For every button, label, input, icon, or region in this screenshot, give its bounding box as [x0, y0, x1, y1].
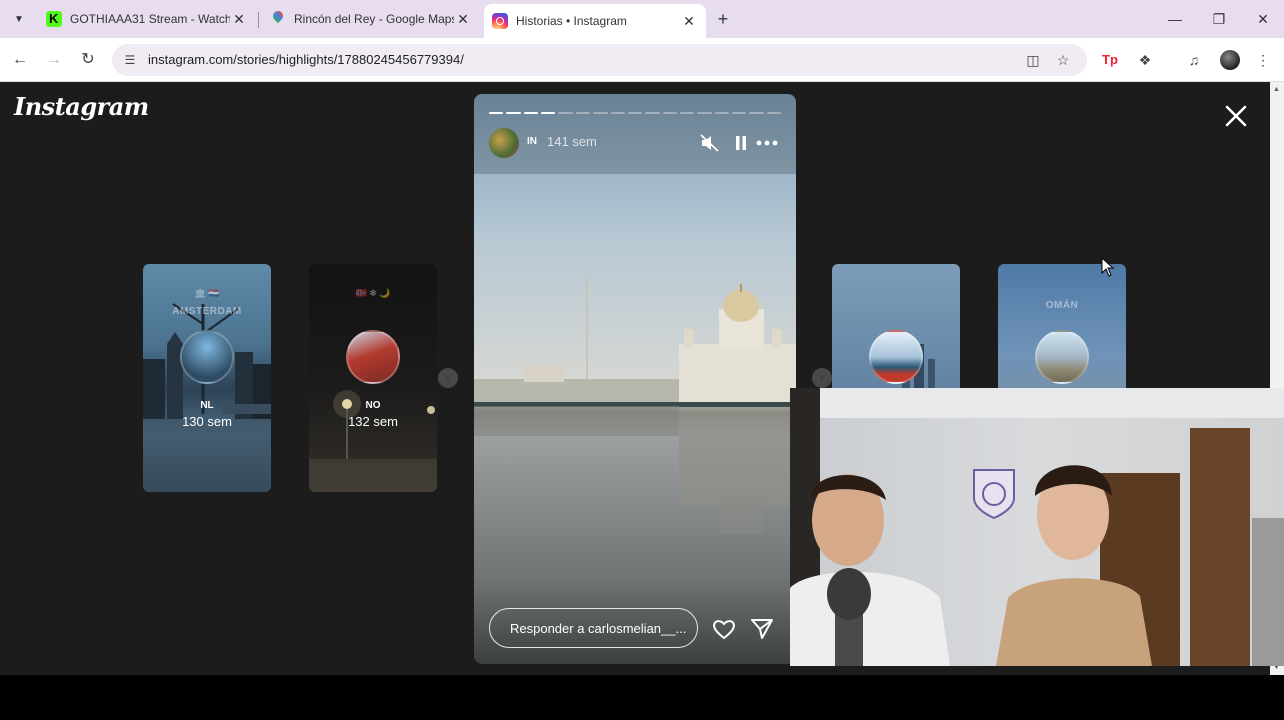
bottom-letterbox — [0, 675, 1284, 720]
close-icon[interactable]: ✕ — [680, 13, 698, 30]
back-icon[interactable]: ← — [8, 48, 32, 72]
forward-icon[interactable]: → — [42, 48, 66, 72]
reply-input[interactable] — [489, 608, 698, 648]
heart-like-icon[interactable] — [711, 616, 737, 642]
thumbnail-caption: OMÁN — [1045, 300, 1079, 311]
progress-segment — [732, 112, 747, 114]
previous-story-chevron-left-icon[interactable]: ‹ — [438, 368, 458, 388]
close-stories-icon[interactable] — [1222, 102, 1250, 130]
close-window-icon[interactable]: ✕ — [1248, 8, 1278, 30]
instagram-icon — [492, 13, 508, 29]
progress-segment — [610, 112, 625, 114]
story-author-avatar[interactable] — [489, 128, 519, 158]
extensions-puzzle-icon[interactable]: ❖ — [1133, 48, 1157, 72]
muted-speaker-icon[interactable] — [699, 132, 721, 154]
bookmark-star-icon[interactable]: ☆ — [1054, 51, 1072, 69]
extension-tp-icon[interactable]: Tp — [1098, 48, 1122, 72]
progress-segment — [662, 112, 677, 114]
progress-segment — [489, 112, 504, 114]
progress-segment — [697, 112, 712, 114]
thumbnail-emoji: 🏛 🇳🇱 — [194, 288, 220, 298]
story-thumbnail-nl[interactable]: 🏛 🇳🇱 AMSTERDAM NL 130 sem — [143, 264, 271, 492]
thumbnail-avatar — [869, 330, 923, 384]
tab-title: Historias • Instagram — [516, 14, 627, 28]
progress-segment — [766, 112, 782, 114]
story-author-name[interactable]: IN — [527, 136, 537, 147]
browser-toolbar: ← → ↻ ☰ instagram.com/stories/highlights… — [0, 38, 1284, 82]
url-text[interactable]: instagram.com/stories/highlights/1788024… — [148, 52, 464, 67]
thumbnail-username: NO — [365, 400, 381, 411]
progress-segment — [593, 112, 608, 114]
thumbnail-avatar — [346, 330, 400, 384]
story-header: IN 141 sem — [489, 128, 781, 158]
minimize-icon[interactable]: — — [1160, 8, 1190, 30]
story-photo-gurudwara — [474, 94, 796, 664]
scroll-up-icon[interactable]: ▲ — [1273, 86, 1280, 93]
tab-title: GOTHIAAA31 Stream - Watch L — [70, 12, 230, 26]
thumbnail-time: 130 sem — [182, 414, 232, 429]
progress-segment — [575, 112, 591, 114]
new-tab-button[interactable]: + — [712, 8, 734, 30]
google-maps-icon — [270, 11, 286, 27]
screen: ▼ GOTHIAAA31 Stream - Watch L ✕ Rincón d… — [0, 0, 1284, 720]
streamer-webcam-overlay — [790, 388, 1284, 666]
thumbnail-avatar — [1035, 330, 1089, 384]
progress-segment — [523, 112, 539, 114]
thumbnail-time: 132 sem — [348, 414, 398, 429]
address-bar[interactable]: ☰ instagram.com/stories/highlights/17880… — [112, 44, 1087, 76]
tab-divider — [258, 12, 259, 28]
profile-avatar-icon[interactable] — [1220, 50, 1240, 70]
progress-segment — [506, 112, 521, 114]
tab-kick-stream[interactable]: GOTHIAAA31 Stream - Watch L ✕ — [38, 4, 256, 34]
progress-segment — [627, 112, 643, 114]
tab-instagram[interactable]: Historias • Instagram ✕ — [484, 4, 706, 38]
kick-icon — [46, 11, 62, 27]
story-thumbnail-no[interactable]: 🇳🇴 ❄ 🌙 NO 132 sem — [309, 264, 437, 492]
progress-segment — [645, 112, 660, 114]
media-control-icon[interactable]: ♫ — [1182, 48, 1206, 72]
pause-icon[interactable] — [730, 132, 752, 154]
thumbnail-avatar — [180, 330, 234, 384]
reload-icon[interactable]: ↻ — [76, 48, 100, 72]
progress-segment — [558, 112, 573, 114]
site-info-icon[interactable]: ☰ — [122, 52, 138, 68]
story-progress-bar — [489, 112, 782, 114]
install-app-icon[interactable]: ◫ — [1024, 51, 1042, 69]
tab-google-maps[interactable]: Rincón del Rey - Google Maps ✕ — [262, 4, 480, 34]
progress-segment — [714, 112, 730, 114]
progress-segment — [541, 112, 556, 114]
mouse-cursor-icon — [1101, 257, 1115, 277]
thumbnail-username: NL — [200, 400, 214, 411]
instagram-logo[interactable]: Instagram — [14, 92, 149, 121]
close-icon[interactable]: ✕ — [454, 11, 472, 28]
tab-title: Rincón del Rey - Google Maps — [294, 12, 454, 26]
progress-segment — [679, 112, 695, 114]
thumbnail-emoji: 🇳🇴 ❄ 🌙 — [355, 288, 391, 298]
story-timestamp: 141 sem — [547, 134, 597, 149]
progress-segment — [749, 112, 764, 114]
send-direct-icon[interactable] — [749, 616, 775, 642]
close-icon[interactable]: ✕ — [230, 11, 248, 28]
tab-search-icon[interactable]: ▼ — [8, 8, 30, 30]
browser-menu-icon[interactable]: ⋮ — [1251, 48, 1275, 72]
restore-icon[interactable]: ❐ — [1204, 8, 1234, 30]
next-story-chevron-right-icon[interactable]: › — [812, 368, 832, 388]
browser-tab-bar: ▼ GOTHIAAA31 Stream - Watch L ✕ Rincón d… — [0, 0, 1284, 38]
thumbnail-caption: AMSTERDAM — [172, 306, 242, 317]
webcam-feed — [790, 388, 1284, 666]
active-story[interactable]: IN 141 sem — [474, 94, 796, 664]
more-options-icon[interactable] — [753, 132, 781, 154]
